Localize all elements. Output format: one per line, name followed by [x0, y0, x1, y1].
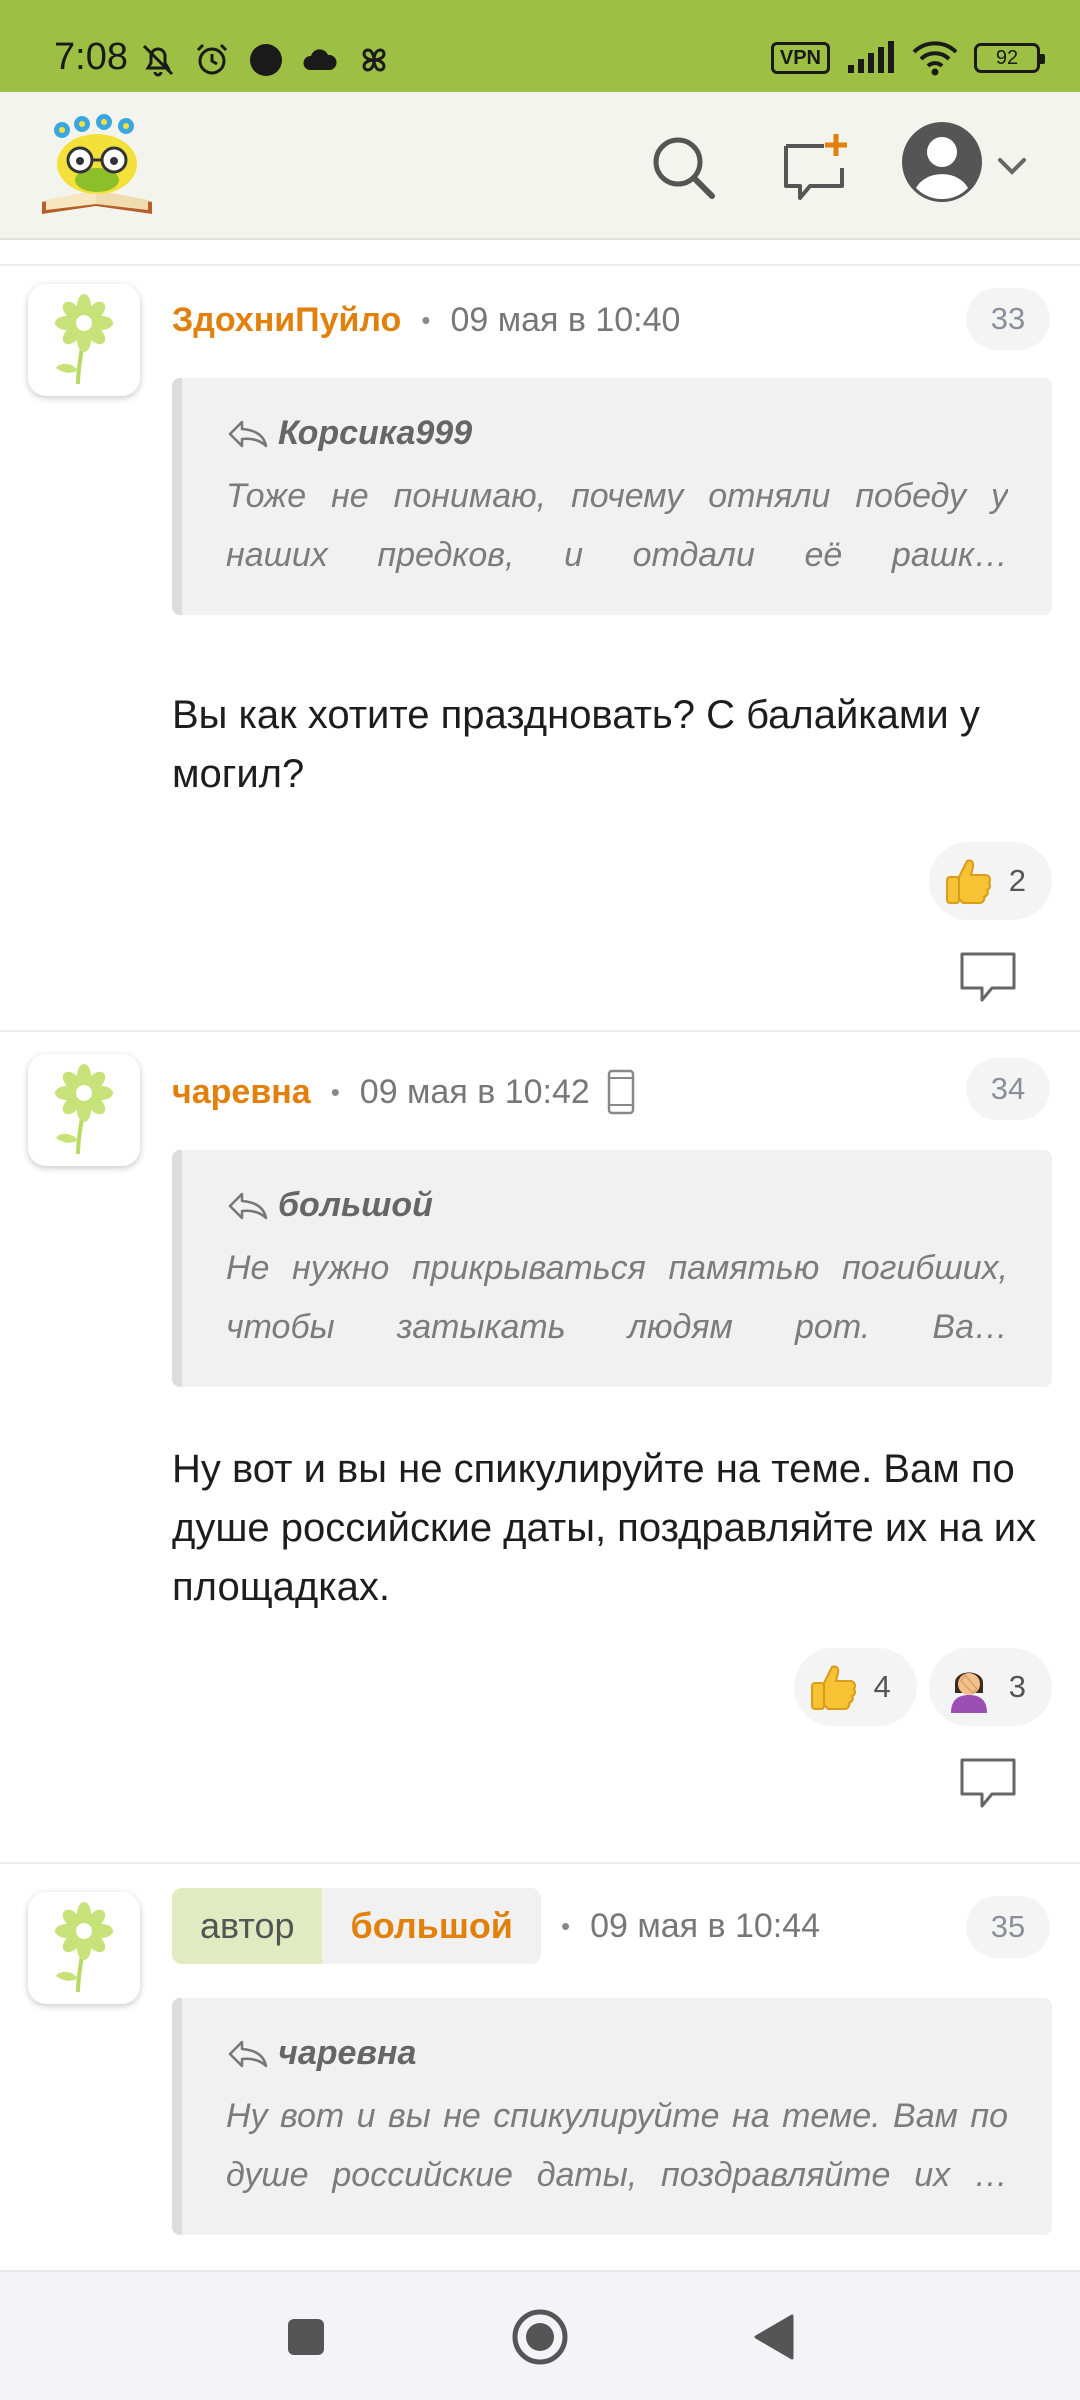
comment-date[interactable]: 09 мая в 10:42: [360, 1073, 590, 1112]
quote-author: Корсика999: [278, 414, 473, 452]
comment-username[interactable]: чаревна: [172, 1073, 311, 1112]
comment-quote[interactable]: Корсика999 Тоже не понимаю, почему отнял…: [172, 378, 1052, 615]
status-icons-left: [138, 40, 394, 80]
reactions-bar: 4 3: [793, 1648, 1052, 1726]
chevron-down-icon[interactable]: [994, 148, 1030, 184]
thumbs-up-icon: [810, 1665, 856, 1710]
home-circle-icon: [512, 2309, 568, 2365]
status-time: 7:08: [54, 36, 128, 78]
comment-date[interactable]: 09 мая в 10:40: [450, 301, 680, 340]
reply-arrow-icon: [228, 420, 268, 447]
quote-header: Корсика999: [226, 414, 1008, 453]
flower-avatar-icon: [55, 1064, 113, 1155]
reaction-button[interactable]: 2: [928, 842, 1052, 920]
reaction-button[interactable]: 4: [793, 1648, 917, 1726]
bell-off-icon: [142, 44, 174, 77]
back-triangle-icon: [754, 2314, 794, 2360]
reply-comment-icon[interactable]: [958, 1756, 1018, 1810]
cloud-icon: [303, 49, 337, 70]
quote-header: большой: [226, 1186, 1008, 1225]
home-button[interactable]: [490, 2272, 590, 2400]
signal-icon: [848, 41, 894, 73]
comment-meta: чаревна • 09 мая в 10:42: [172, 1062, 636, 1122]
reaction-button[interactable]: 3: [928, 1648, 1052, 1726]
new-post-icon[interactable]: [776, 128, 856, 208]
search-icon[interactable]: [644, 128, 724, 208]
flower-avatar-icon: [55, 294, 113, 385]
quote-text: Не нужно прикрываться памятью погибших, …: [226, 1249, 1008, 1346]
comment-meta: автор большой • 09 мая в 10:44: [172, 1888, 820, 1964]
avatar[interactable]: [28, 1054, 140, 1166]
reply-arrow-icon: [228, 2040, 268, 2067]
comment-number[interactable]: 34: [966, 1058, 1050, 1120]
separator-dot: •: [421, 304, 431, 335]
quote-header: чаревна: [226, 2034, 1008, 2073]
record-dot-icon: [250, 44, 282, 76]
avatar[interactable]: [28, 1892, 140, 2004]
recents-button[interactable]: [256, 2272, 356, 2400]
comment-divider: [0, 264, 1080, 266]
comment-username[interactable]: ЗдохниПуйло: [172, 301, 401, 340]
quote-author: чаревна: [278, 2034, 417, 2072]
site-logo[interactable]: [34, 110, 160, 224]
wifi-icon: [912, 41, 958, 76]
quote-text: Тоже не понимаю, почему отняли победу у …: [226, 477, 1008, 574]
comment-text: Вы как хотите праздновать? С балайками у…: [172, 693, 980, 796]
comment-username: большой: [322, 1888, 541, 1964]
mobile-device-icon: [607, 1069, 635, 1115]
user-avatar-icon[interactable]: [900, 120, 984, 204]
alarm-icon: [196, 43, 228, 75]
comment-number[interactable]: 35: [966, 1896, 1050, 1958]
author-label: автор: [172, 1888, 323, 1964]
comment-divider: [0, 1862, 1080, 1864]
comment-text: Ну вот и вы не спикулируйте на теме. Вам…: [172, 1447, 1037, 1609]
flower-avatar-icon: [55, 1902, 113, 1993]
quote-text: Ну вот и вы не спикулируйте на теме. Вам…: [226, 2097, 1008, 2194]
avatar[interactable]: [28, 284, 140, 396]
reaction-count: 4: [873, 1669, 891, 1704]
pinwheel-icon: [362, 48, 386, 72]
separator-dot: •: [560, 1910, 571, 1941]
reply-arrow-icon: [228, 1192, 268, 1219]
thumbs-up-icon: [945, 859, 991, 904]
vpn-badge: VPN: [770, 42, 830, 74]
comment-quote[interactable]: большой Не нужно прикрываться памятью по…: [172, 1150, 1052, 1387]
comment-divider: [0, 1030, 1080, 1032]
author-chip[interactable]: автор большой: [172, 1888, 541, 1964]
comment-meta: ЗдохниПуйло • 09 мая в 10:40: [172, 290, 680, 350]
square-icon: [288, 2319, 324, 2355]
facepalm-icon: [950, 1672, 987, 1713]
app-header: [0, 92, 1080, 240]
reactions-bar: 2: [928, 842, 1052, 920]
reply-comment-icon[interactable]: [958, 950, 1018, 1004]
reaction-count: 3: [1008, 1669, 1026, 1704]
system-nav-bar: [0, 2270, 1080, 2400]
status-icons-right: VPN 92: [770, 40, 1045, 76]
separator-dot: •: [330, 1076, 340, 1107]
comment-number[interactable]: 33: [966, 288, 1050, 350]
quote-author: большой: [278, 1186, 433, 1224]
battery-indicator: 92: [974, 43, 1045, 73]
back-button[interactable]: [724, 2272, 824, 2400]
reaction-count: 2: [1008, 863, 1026, 898]
comment-quote[interactable]: чаревна Ну вот и вы не спикулируйте на т…: [172, 1998, 1052, 2235]
status-bar: 7:08 VPN 92: [0, 0, 1080, 92]
comment-date[interactable]: 09 мая в 10:44: [590, 1907, 820, 1946]
